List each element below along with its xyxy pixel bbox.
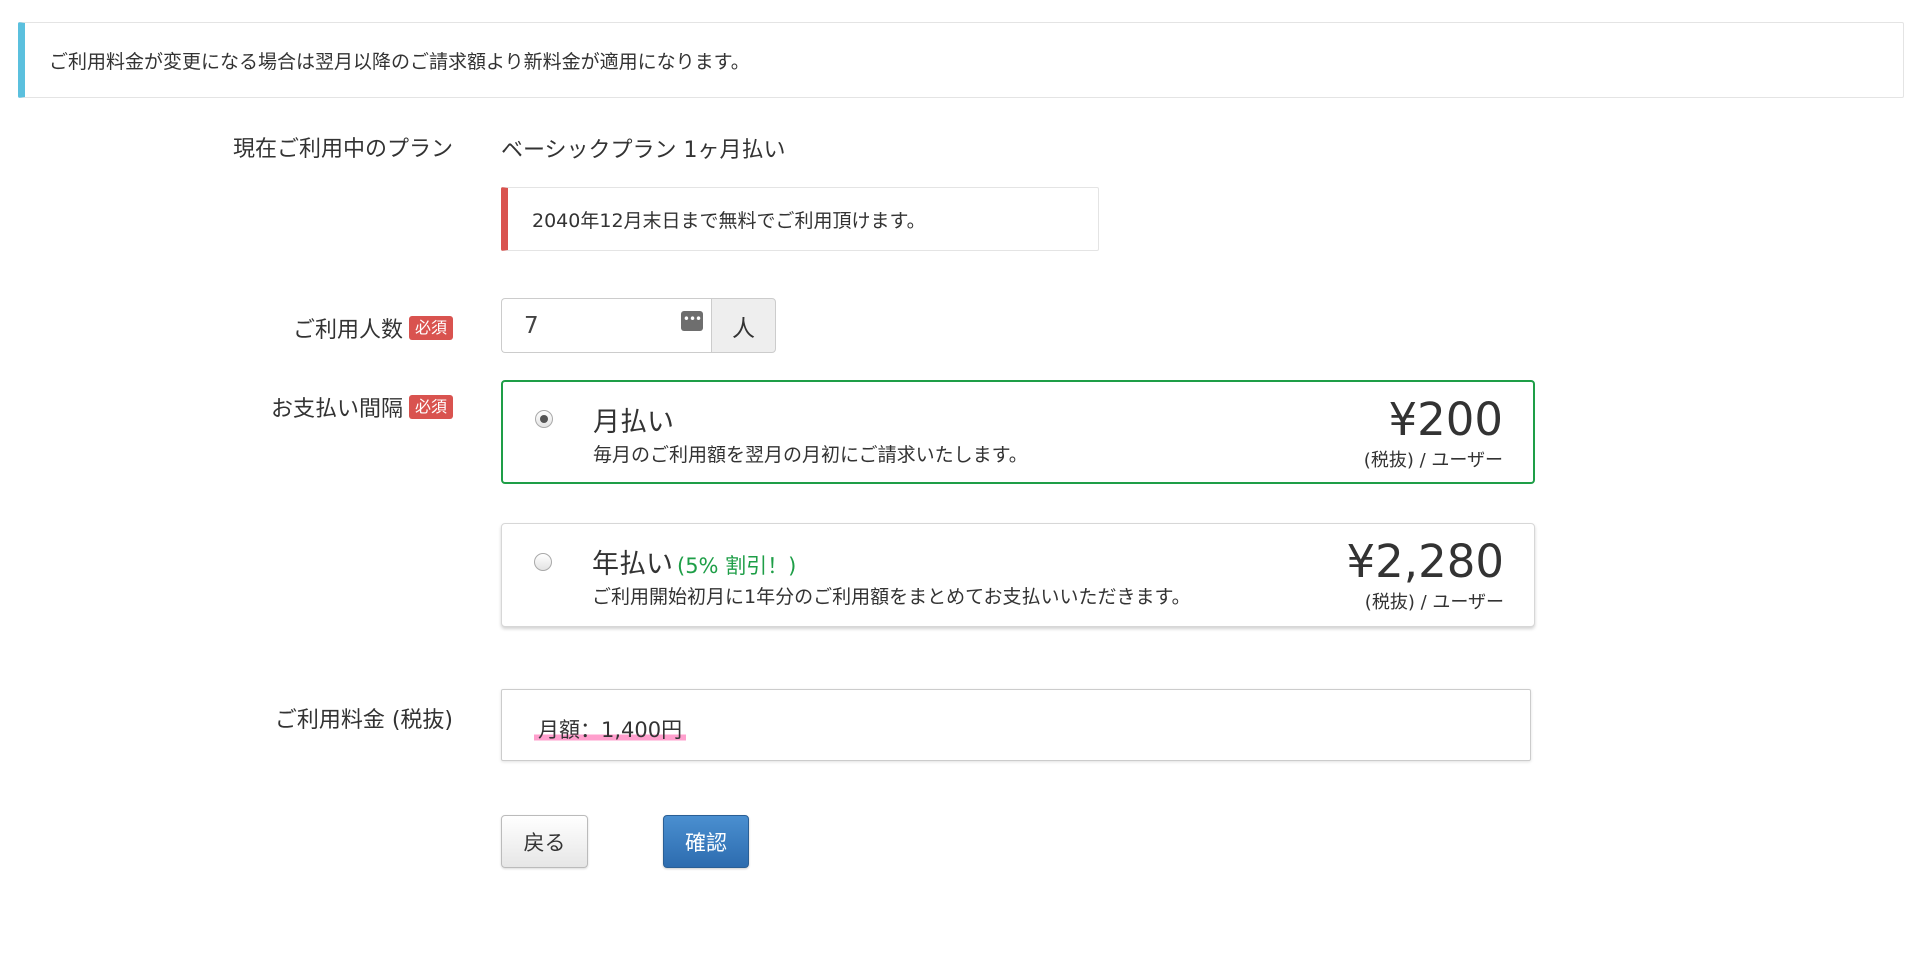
monthly-price: ¥200 (1388, 393, 1503, 446)
payment-option-monthly[interactable]: 月払い 毎月のご利用額を翌月の月初にご請求いたします。 ¥200 (税抜) / … (501, 380, 1535, 484)
yearly-price-unit: (税抜) / ユーザー (1364, 592, 1504, 613)
required-badge: 必須 (408, 395, 453, 419)
fee-label: ご利用料金 (税抜) (275, 702, 453, 734)
users-unit-addon: 人 (711, 298, 776, 353)
yearly-title: 年払い (5% 割引！) (592, 542, 796, 581)
fee-label-text: ご利用料金 (税抜) (274, 708, 453, 733)
users-label: ご利用人数 必須 (293, 312, 453, 344)
current-plan-label-text: 現在ご利用中のプラン (232, 137, 453, 162)
confirm-button[interactable]: 確認 (663, 815, 749, 868)
monthly-price-unit: (税抜) / ユーザー (1363, 450, 1503, 471)
users-label-text: ご利用人数 (292, 318, 403, 343)
billing-change-notice-text: ご利用料金が変更になる場合は翌月以降のご請求額より新料金が適用になります。 (49, 50, 750, 73)
yearly-radio[interactable] (534, 553, 552, 571)
confirm-button-label: 確認 (685, 830, 727, 855)
users-unit-text: 人 (732, 315, 755, 342)
yearly-title-text: 年払い (592, 549, 673, 580)
monthly-title-text: 月払い (593, 407, 674, 438)
yearly-price: ¥2,280 (1346, 535, 1504, 588)
billing-change-notice: ご利用料金が変更になる場合は翌月以降のご請求額より新料金が適用になります。 (18, 22, 1904, 98)
back-button[interactable]: 戻る (501, 815, 588, 868)
free-period-notice: 2040年12月末日まで無料でご利用頂けます。 (501, 187, 1099, 251)
payment-interval-label-text: お支払い間隔 (270, 397, 403, 422)
monthly-radio[interactable] (535, 410, 553, 428)
current-plan-value: ベーシックプラン 1ヶ月払い (501, 138, 786, 163)
users-count-input[interactable]: 7 ••• (501, 298, 711, 353)
payment-interval-label: お支払い間隔 必須 (271, 391, 453, 423)
back-button-label: 戻る (523, 830, 566, 855)
yearly-discount: (5% 割引！) (677, 554, 797, 578)
password-manager-icon[interactable]: ••• (681, 311, 703, 331)
users-input-group: 7 ••• 人 (501, 298, 776, 353)
free-period-notice-text: 2040年12月末日まで無料でご利用頂けます。 (532, 209, 926, 232)
yearly-description: ご利用開始初月に1年分のご利用額をまとめてお支払いいただきます。 (592, 586, 1191, 608)
users-count-value: 7 (524, 312, 539, 339)
monthly-title: 月払い (593, 400, 674, 439)
monthly-description: 毎月のご利用額を翌月の月初にご請求いたします。 (593, 444, 1028, 466)
required-badge: 必須 (408, 316, 453, 340)
fee-amount: 月額：1,400円 (534, 714, 687, 744)
fee-display: 月額：1,400円 (501, 689, 1531, 761)
current-plan-label: 現在ご利用中のプラン (233, 131, 453, 163)
payment-option-yearly[interactable]: 年払い (5% 割引！) ご利用開始初月に1年分のご利用額をまとめてお支払いいただ… (501, 523, 1535, 627)
